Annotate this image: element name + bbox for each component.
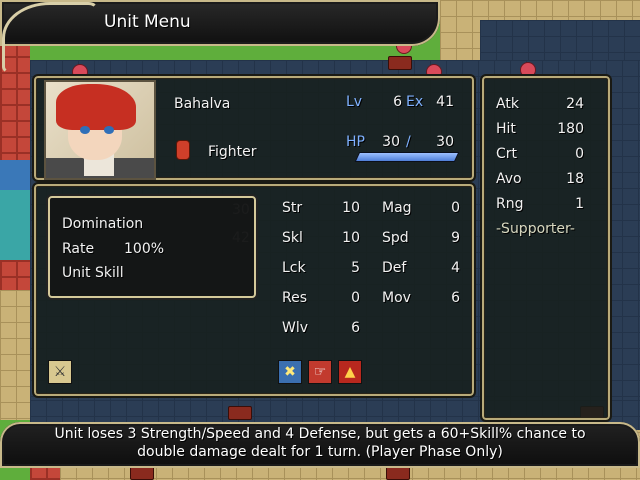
description-line-1: Unit loses 3 Strength/Speed and 4 Defens… (54, 426, 586, 442)
flame-icon[interactable]: ▲ (338, 360, 362, 384)
sword-icon[interactable]: ⚔ (48, 360, 72, 384)
hp-max: 30 (436, 134, 454, 150)
mag-value: 0 (451, 200, 460, 216)
str-label: Str (282, 200, 303, 216)
unit-class: Fighter (208, 144, 257, 160)
unit-name: Bahalva (174, 96, 231, 112)
str-value: 10 (342, 200, 360, 216)
menu-title: Unit Menu (104, 12, 191, 32)
def-label: Def (382, 260, 407, 276)
hp-current: 30 (382, 134, 400, 150)
treasure-chest[interactable] (130, 466, 154, 480)
hit-label: Hit (496, 121, 516, 137)
res-label: Res (282, 290, 308, 306)
skill-rate-value: 100% (124, 241, 165, 257)
level-label: Lv (346, 94, 363, 110)
atk-value: 24 (566, 96, 584, 112)
avo-label: Avo (496, 171, 522, 187)
mag-label: Mag (382, 200, 412, 216)
skill-type: Unit Skill (62, 265, 124, 281)
skl-value: 10 (342, 230, 360, 246)
skill-rate-label: Rate (62, 241, 95, 257)
crt-label: Crt (496, 146, 518, 162)
unit-role: -Supporter- (496, 221, 575, 237)
avo-value: 18 (566, 171, 584, 187)
mov-label: Mov (382, 290, 411, 306)
description-line-2: double damage dealt for 1 turn. (Player … (137, 444, 503, 460)
rng-value: 1 (575, 196, 584, 212)
atk-label: Atk (496, 96, 519, 112)
pointing-hand-icon[interactable]: ☞ (308, 360, 332, 384)
hp-separator: / (406, 134, 411, 150)
mov-value: 6 (451, 290, 460, 306)
spd-label: Spd (382, 230, 409, 246)
fighter-sprite-icon (176, 140, 190, 160)
hp-bar-fill (356, 153, 458, 161)
unit-menu-title-bar: Unit Menu (0, 0, 440, 74)
lck-value: 5 (351, 260, 360, 276)
wlv-label: Wlv (282, 320, 309, 336)
crossed-swords-icon[interactable]: ✖ (278, 360, 302, 384)
lck-label: Lck (282, 260, 306, 276)
treasure-chest[interactable] (228, 406, 252, 420)
def-value: 4 (451, 260, 460, 276)
res-value: 0 (351, 290, 360, 306)
level-value: 6 (393, 94, 402, 110)
hp-label: HP (346, 134, 365, 150)
exp-label: Ex (406, 94, 424, 110)
spd-value: 9 (451, 230, 460, 246)
unit-portrait (44, 80, 156, 180)
skl-label: Skl (282, 230, 303, 246)
treasure-chest[interactable] (388, 56, 412, 70)
hit-value: 180 (557, 121, 584, 137)
wlv-value: 6 (351, 320, 360, 336)
description-bar: Unit loses 3 Strength/Speed and 4 Defens… (0, 422, 640, 468)
hp-bar (354, 152, 460, 162)
rng-label: Rng (496, 196, 524, 212)
treasure-chest[interactable] (386, 466, 410, 480)
skill-name: Domination (62, 216, 144, 232)
exp-value: 41 (436, 94, 454, 110)
scroll-ornament-icon (2, 2, 98, 74)
crt-value: 0 (575, 146, 584, 162)
